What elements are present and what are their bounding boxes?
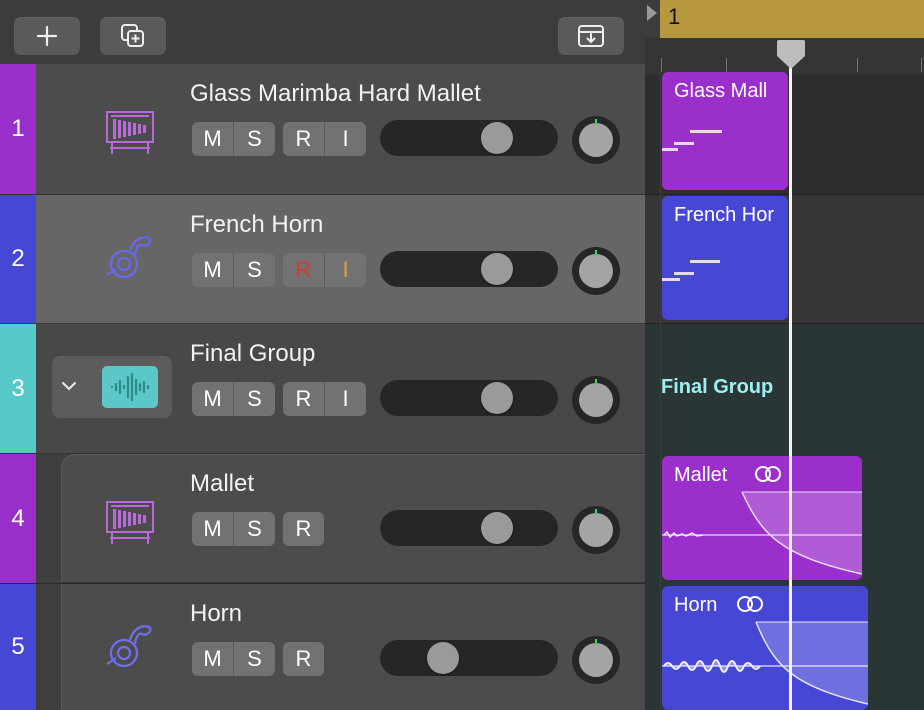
mute-button[interactable]: M xyxy=(192,253,234,287)
pan-knob[interactable] xyxy=(572,636,620,684)
download-icon xyxy=(578,25,604,47)
catch-up-button[interactable] xyxy=(558,17,624,55)
record-enable-button[interactable]: R xyxy=(283,122,325,156)
record-enable-button[interactable]: R xyxy=(283,253,325,287)
midi-region[interactable]: Glass Mall xyxy=(662,72,788,190)
track-number: 1 xyxy=(0,64,36,194)
playhead-line[interactable] xyxy=(789,60,792,710)
playhead-icon[interactable] xyxy=(775,38,807,70)
record-enable-button[interactable]: R xyxy=(283,642,324,676)
input-monitor-button[interactable]: I xyxy=(325,122,366,156)
track-controls: M S R I xyxy=(192,253,374,287)
group-region-label[interactable]: Final Group xyxy=(661,376,773,399)
track-controls: M S R xyxy=(192,512,332,546)
track-number: 2 xyxy=(0,195,36,323)
french-horn-icon xyxy=(106,236,152,279)
track-name[interactable]: Mallet xyxy=(190,470,254,498)
track-controls: M S R xyxy=(192,642,332,676)
solo-button[interactable]: S xyxy=(234,642,275,676)
french-horn-icon xyxy=(106,625,152,668)
track-row-group[interactable]: 3 Final Group M S R I xyxy=(0,324,645,454)
pan-knob[interactable] xyxy=(572,376,620,424)
group-header[interactable] xyxy=(52,356,172,418)
chevron-down-icon[interactable] xyxy=(60,378,78,394)
track-number: 3 xyxy=(0,324,36,453)
track-number: 4 xyxy=(0,454,36,583)
track-row[interactable]: 2 French Horn M S R I xyxy=(0,195,645,324)
solo-button[interactable]: S xyxy=(234,512,275,546)
track-row[interactable]: 1 Glass Marimba Hard Mallet M S R I xyxy=(0,64,645,195)
volume-slider[interactable] xyxy=(380,380,558,416)
track-row[interactable]: 4 Mallet M S R xyxy=(0,454,645,583)
volume-slider-thumb[interactable] xyxy=(481,122,514,154)
volume-slider[interactable] xyxy=(380,251,558,287)
tracks-header xyxy=(0,0,645,74)
volume-slider-thumb[interactable] xyxy=(481,253,514,285)
ruler-marker[interactable]: 1 xyxy=(660,0,924,38)
triangle-right-icon xyxy=(647,5,657,21)
input-monitor-button[interactable]: I xyxy=(325,382,366,416)
duplicate-track-icon xyxy=(121,24,144,47)
volume-slider-thumb[interactable] xyxy=(481,382,514,414)
track-name[interactable]: Glass Marimba Hard Mallet xyxy=(190,80,481,108)
volume-slider[interactable] xyxy=(380,640,558,676)
solo-button[interactable]: S xyxy=(234,382,275,416)
volume-slider[interactable] xyxy=(380,510,558,546)
pan-knob[interactable] xyxy=(572,247,620,295)
region-name: Glass Mall xyxy=(674,80,768,102)
solo-button[interactable]: S xyxy=(234,253,275,287)
marimba-icon xyxy=(106,501,154,544)
waveform-icon xyxy=(110,372,150,402)
marimba-icon xyxy=(106,111,154,154)
mute-button[interactable]: M xyxy=(192,512,234,546)
plus-icon xyxy=(36,25,58,47)
solo-button[interactable]: S xyxy=(234,122,275,156)
track-name[interactable]: French Horn xyxy=(190,211,323,239)
mute-button[interactable]: M xyxy=(192,642,234,676)
fade-curve xyxy=(662,491,862,575)
volume-slider-thumb[interactable] xyxy=(481,512,514,544)
track-name[interactable]: Final Group xyxy=(190,340,315,368)
audio-region[interactable]: Mallet xyxy=(662,456,862,580)
input-monitor-button[interactable]: I xyxy=(325,253,366,287)
midi-region[interactable]: French Hor xyxy=(662,196,788,320)
record-enable-button[interactable]: R xyxy=(283,512,324,546)
track-number: 5 xyxy=(0,584,36,710)
pan-knob[interactable] xyxy=(572,116,620,164)
fade-curve xyxy=(662,621,868,705)
track-controls: M S R I xyxy=(192,122,374,156)
volume-slider-thumb[interactable] xyxy=(427,642,460,674)
mute-button[interactable]: M xyxy=(192,382,234,416)
duplicate-track-button[interactable] xyxy=(100,17,166,55)
track-controls: M S R I xyxy=(192,382,374,416)
pan-knob[interactable] xyxy=(572,506,620,554)
audio-region[interactable]: Horn xyxy=(662,586,868,710)
mute-button[interactable]: M xyxy=(192,122,234,156)
track-row[interactable]: 5 Horn M S R xyxy=(0,584,645,710)
track-name[interactable]: Horn xyxy=(190,600,242,628)
add-track-button[interactable] xyxy=(14,17,80,55)
bar-number: 1 xyxy=(668,4,681,29)
record-enable-button[interactable]: R xyxy=(283,382,325,416)
volume-slider[interactable] xyxy=(380,120,558,156)
region-name: French Hor xyxy=(674,204,775,226)
